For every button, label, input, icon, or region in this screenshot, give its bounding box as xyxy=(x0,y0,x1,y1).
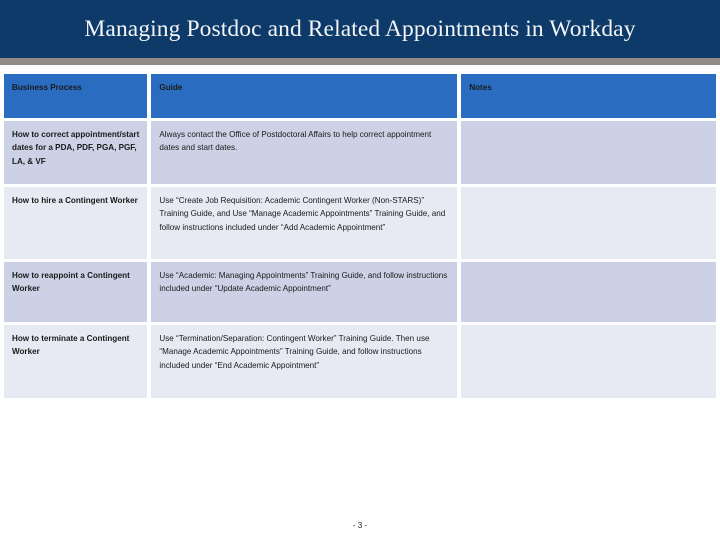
cell-business-process: How to correct appointment/start dates f… xyxy=(4,121,148,184)
cell-guide: Always contact the Office of Postdoctora… xyxy=(151,121,458,184)
title-divider-rule xyxy=(0,58,720,65)
table-header-row-group: Business Process Guide Notes xyxy=(4,74,716,118)
cell-business-process: How to hire a Contingent Worker xyxy=(4,187,148,259)
column-header-notes: Notes xyxy=(461,74,716,118)
page-number: - 3 - xyxy=(352,521,368,530)
cell-notes xyxy=(461,325,716,398)
column-header-guide: Guide xyxy=(151,74,458,118)
column-header-business-process: Business Process xyxy=(4,74,148,118)
cell-business-process: How to reappoint a Contingent Worker xyxy=(4,262,148,322)
cell-business-process: How to terminate a Contingent Worker xyxy=(4,325,148,398)
appointments-table-container: Business Process Guide Notes How to corr… xyxy=(0,71,720,401)
table-row: How to terminate a Contingent Worker Use… xyxy=(4,325,716,398)
table-row: How to reappoint a Contingent Worker Use… xyxy=(4,262,716,322)
cell-guide: Use “Academic: Managing Appointments” Tr… xyxy=(151,262,458,322)
title-banner: Managing Postdoc and Related Appointment… xyxy=(0,0,720,58)
appointments-table: Business Process Guide Notes How to corr… xyxy=(0,71,720,401)
table-row: How to hire a Contingent Worker Use “Cre… xyxy=(4,187,716,259)
cell-guide: Use “Termination/Separation: Contingent … xyxy=(151,325,458,398)
cell-guide: Use “Create Job Requisition: Academic Co… xyxy=(151,187,458,259)
table-header-row: Business Process Guide Notes xyxy=(4,74,716,118)
page-title: Managing Postdoc and Related Appointment… xyxy=(84,15,636,42)
table-row: How to correct appointment/start dates f… xyxy=(4,121,716,184)
cell-notes xyxy=(461,262,716,322)
cell-notes xyxy=(461,187,716,259)
table-body: How to correct appointment/start dates f… xyxy=(4,121,716,398)
cell-notes xyxy=(461,121,716,184)
